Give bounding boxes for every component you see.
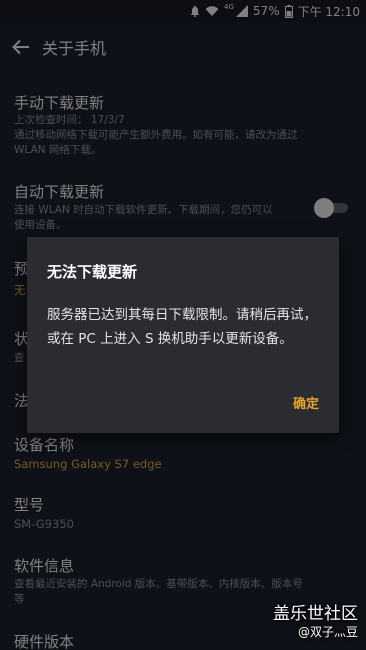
screen: 4G 57% 下午 12:10 关于手机 手动下载更新 上次检查时间： 17/3… xyxy=(0,0,366,650)
watermark-user: @双子灬豆 xyxy=(297,625,358,639)
error-dialog: 无法下载更新 服务器已达到其每日下载限制。请稍后再试，或在 PC 上进入 S 换… xyxy=(27,237,339,433)
dialog-message: 服务器已达到其每日下载限制。请稍后再试，或在 PC 上进入 S 换机助手以更新设… xyxy=(47,307,317,347)
ok-button[interactable]: 确定 xyxy=(293,393,319,412)
dialog-title: 无法下载更新 xyxy=(47,263,138,281)
watermark-site: 盖乐世社区 xyxy=(273,604,358,624)
